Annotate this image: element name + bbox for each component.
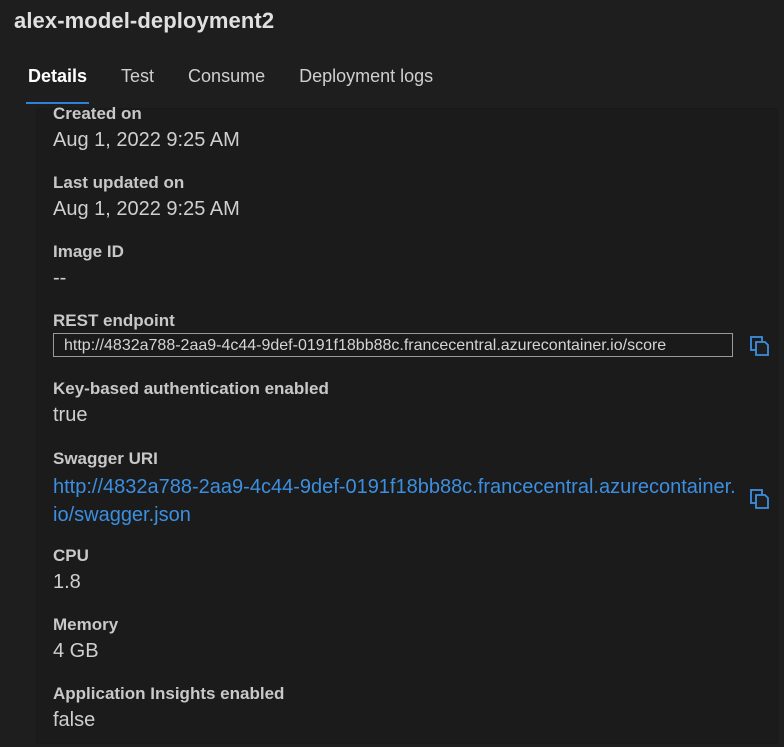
page-title: alex-model-deployment2 bbox=[14, 8, 275, 33]
copy-icon[interactable] bbox=[749, 335, 771, 357]
swagger-uri-label: Swagger URI bbox=[53, 449, 158, 468]
app-insights-label: Application Insights enabled bbox=[53, 684, 285, 703]
rest-endpoint-label: REST endpoint bbox=[53, 311, 175, 330]
tab-details[interactable]: Details bbox=[25, 66, 90, 104]
tab-deployment-logs[interactable]: Deployment logs bbox=[299, 66, 433, 99]
rest-endpoint-field[interactable]: http://4832a788-2aa9-4c44-9def-0191f18bb… bbox=[53, 333, 733, 357]
last-updated-value: Aug 1, 2022 9:25 AM bbox=[53, 198, 240, 220]
memory-label: Memory bbox=[53, 615, 119, 634]
app-insights-value: false bbox=[53, 709, 96, 731]
created-on-label: Created on bbox=[53, 104, 142, 123]
memory-value: 4 GB bbox=[53, 640, 99, 662]
swagger-uri-link[interactable]: http://4832a788-2aa9-4c44-9def-0191f18bb… bbox=[53, 473, 737, 529]
cpu-label: CPU bbox=[53, 546, 89, 565]
tab-test[interactable]: Test bbox=[121, 66, 154, 99]
image-id-value: -- bbox=[53, 267, 67, 289]
cpu-value: 1.8 bbox=[53, 571, 81, 593]
key-auth-value: true bbox=[53, 404, 88, 426]
image-id-label: Image ID bbox=[53, 242, 124, 261]
tab-bar: Details Test Consume Deployment logs bbox=[25, 66, 467, 104]
copy-icon[interactable] bbox=[749, 488, 771, 510]
tab-consume[interactable]: Consume bbox=[188, 66, 265, 99]
created-on-value: Aug 1, 2022 9:25 AM bbox=[53, 129, 240, 151]
last-updated-label: Last updated on bbox=[53, 173, 185, 192]
key-auth-label: Key-based authentication enabled bbox=[53, 379, 329, 398]
